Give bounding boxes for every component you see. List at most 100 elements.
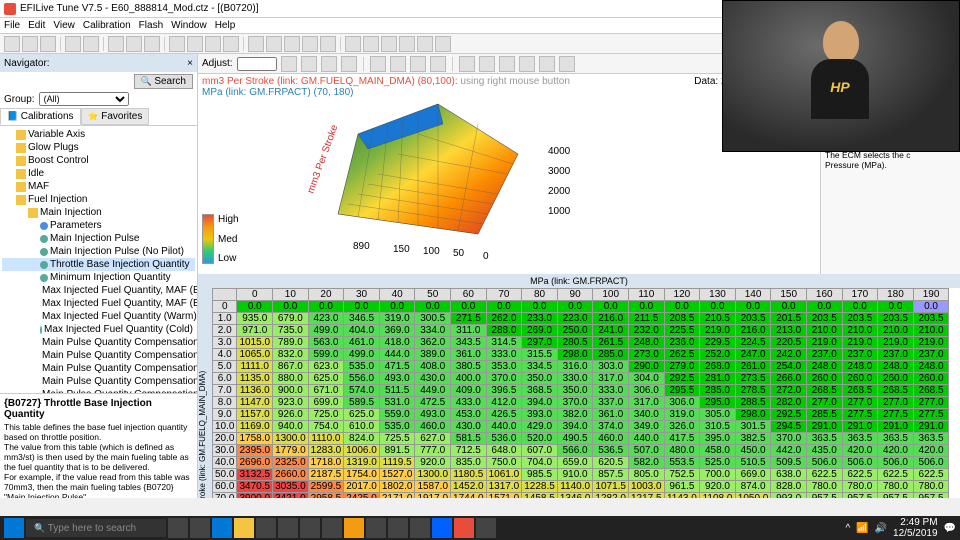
data-cell[interactable]: 210.0 [842, 325, 878, 337]
data-cell[interactable]: 857.5 [593, 469, 629, 481]
data-cell[interactable]: 248.0 [842, 361, 878, 373]
data-cell[interactable]: 420.0 [913, 445, 949, 457]
data-cell[interactable]: 203.5 [806, 313, 842, 325]
data-table[interactable]: 0102030405060708090100110120130140150160… [212, 288, 949, 498]
data-cell[interactable]: 874.0 [735, 481, 771, 493]
data-cell[interactable]: 535.0 [379, 421, 415, 433]
data-cell[interactable]: 638.0 [771, 469, 807, 481]
task-view-icon[interactable] [190, 518, 210, 538]
data-cell[interactable]: 2171.0 [379, 493, 415, 499]
data-cell[interactable]: 317.0 [593, 373, 629, 385]
data-cell[interactable]: 396.5 [486, 385, 522, 397]
data-cell[interactable]: 363.5 [806, 433, 842, 445]
data-cell[interactable]: 735.0 [273, 325, 309, 337]
data-cell[interactable]: 1346.0 [557, 493, 593, 499]
data-cell[interactable]: 291.0 [806, 421, 842, 433]
row-header[interactable]: 7.0 [213, 385, 237, 397]
row-header[interactable]: 1.0 [213, 313, 237, 325]
data-cell[interactable]: 330.0 [557, 373, 593, 385]
data-cell[interactable]: 1779.0 [273, 445, 309, 457]
data-cell[interactable]: 301.5 [735, 421, 771, 433]
col-header[interactable]: 120 [664, 289, 700, 301]
data-cell[interactable]: 0.0 [557, 301, 593, 313]
data-cell[interactable]: 880.0 [273, 373, 309, 385]
data-cell[interactable]: 440.0 [486, 421, 522, 433]
data-cell[interactable]: 725.5 [379, 433, 415, 445]
toolbar-btn[interactable] [539, 56, 555, 72]
data-cell[interactable]: 1217.5 [629, 493, 665, 499]
data-cell[interactable]: 203.5 [878, 313, 914, 325]
tree-item[interactable]: Main Injection [2, 206, 195, 219]
data-cell[interactable]: 291.0 [913, 421, 949, 433]
data-cell[interactable]: 1319.0 [344, 457, 380, 469]
row-header[interactable]: 4.0 [213, 349, 237, 361]
data-cell[interactable]: 224.5 [735, 337, 771, 349]
data-cell[interactable]: 0.0 [308, 301, 344, 313]
data-cell[interactable]: 343.5 [451, 337, 487, 349]
data-cell[interactable]: 268.5 [806, 385, 842, 397]
data-cell[interactable]: 0.0 [379, 301, 415, 313]
data-cell[interactable]: 622.5 [842, 469, 878, 481]
data-cell[interactable]: 298.0 [735, 409, 771, 421]
toolbar-btn[interactable] [169, 36, 185, 52]
data-cell[interactable]: 306.0 [664, 397, 700, 409]
data-cell[interactable]: 900.0 [273, 385, 309, 397]
data-cell[interactable]: 210.5 [700, 313, 736, 325]
app-icon[interactable] [432, 518, 452, 538]
toolbar-btn[interactable] [479, 56, 495, 72]
toolbar-btn[interactable] [399, 36, 415, 52]
data-cell[interactable]: 288.0 [486, 325, 522, 337]
col-header[interactable]: 70 [486, 289, 522, 301]
data-cell[interactable]: 232.0 [629, 325, 665, 337]
data-cell[interactable]: 0.0 [771, 301, 807, 313]
start-button[interactable] [4, 518, 24, 538]
data-cell[interactable]: 435.0 [806, 445, 842, 457]
col-header[interactable]: 40 [379, 289, 415, 301]
data-cell[interactable]: 566.0 [557, 445, 593, 457]
data-cell[interactable]: 2599.5 [308, 481, 344, 493]
store-icon[interactable] [256, 518, 276, 538]
data-cell[interactable]: 2325.0 [273, 457, 309, 469]
data-cell[interactable]: 1571.0 [486, 493, 522, 499]
data-cell[interactable]: 511.5 [379, 385, 415, 397]
toolbar-btn[interactable] [4, 36, 20, 52]
data-cell[interactable]: 349.0 [629, 421, 665, 433]
data-cell[interactable]: 1136.0 [237, 385, 273, 397]
app-icon[interactable] [476, 518, 496, 538]
tree-item[interactable]: Boost Control [2, 154, 195, 167]
data-cell[interactable]: 260.0 [806, 373, 842, 385]
data-cell[interactable]: 219.0 [700, 325, 736, 337]
data-cell[interactable]: 247.0 [735, 349, 771, 361]
data-cell[interactable]: 620.5 [593, 457, 629, 469]
data-cell[interactable]: 237.0 [878, 349, 914, 361]
data-cell[interactable]: 393.0 [522, 409, 558, 421]
data-cell[interactable]: 1108.0 [700, 493, 736, 499]
data-cell[interactable]: 1718.0 [308, 457, 344, 469]
data-cell[interactable]: 350.0 [557, 385, 593, 397]
data-cell[interactable]: 268.5 [913, 385, 949, 397]
data-cell[interactable]: 828.0 [771, 481, 807, 493]
data-cell[interactable]: 370.0 [771, 433, 807, 445]
toolbar-btn[interactable] [302, 36, 318, 52]
data-cell[interactable]: 1157.0 [237, 409, 273, 421]
data-cell[interactable]: 622.5 [806, 469, 842, 481]
app-icon[interactable] [278, 518, 298, 538]
data-cell[interactable]: 277.5 [842, 409, 878, 421]
row-header[interactable]: 3.0 [213, 337, 237, 349]
data-cell[interactable]: 297.0 [522, 337, 558, 349]
data-cell[interactable]: 1147.0 [237, 397, 273, 409]
toolbar-btn[interactable] [370, 56, 386, 72]
tree-item[interactable]: Max Injected Fuel Quantity, MAF (EGR O [2, 297, 195, 310]
tab-favorites[interactable]: ⭐ Favorites [81, 108, 150, 125]
data-cell[interactable]: 1283.0 [308, 445, 344, 457]
data-cell[interactable]: 254.0 [771, 361, 807, 373]
tree-item[interactable]: Max Injected Fuel Quantity, MAF (EGR O [2, 284, 195, 297]
data-cell[interactable]: 453.0 [451, 409, 487, 421]
data-cell[interactable]: 3421.0 [273, 493, 309, 499]
toolbar-btn[interactable] [519, 56, 535, 72]
data-cell[interactable]: 0.0 [593, 301, 629, 313]
data-cell[interactable]: 0.0 [806, 301, 842, 313]
data-cell[interactable]: 1300.0 [273, 433, 309, 445]
app-icon[interactable] [300, 518, 320, 538]
data-cell[interactable]: 404.0 [344, 325, 380, 337]
